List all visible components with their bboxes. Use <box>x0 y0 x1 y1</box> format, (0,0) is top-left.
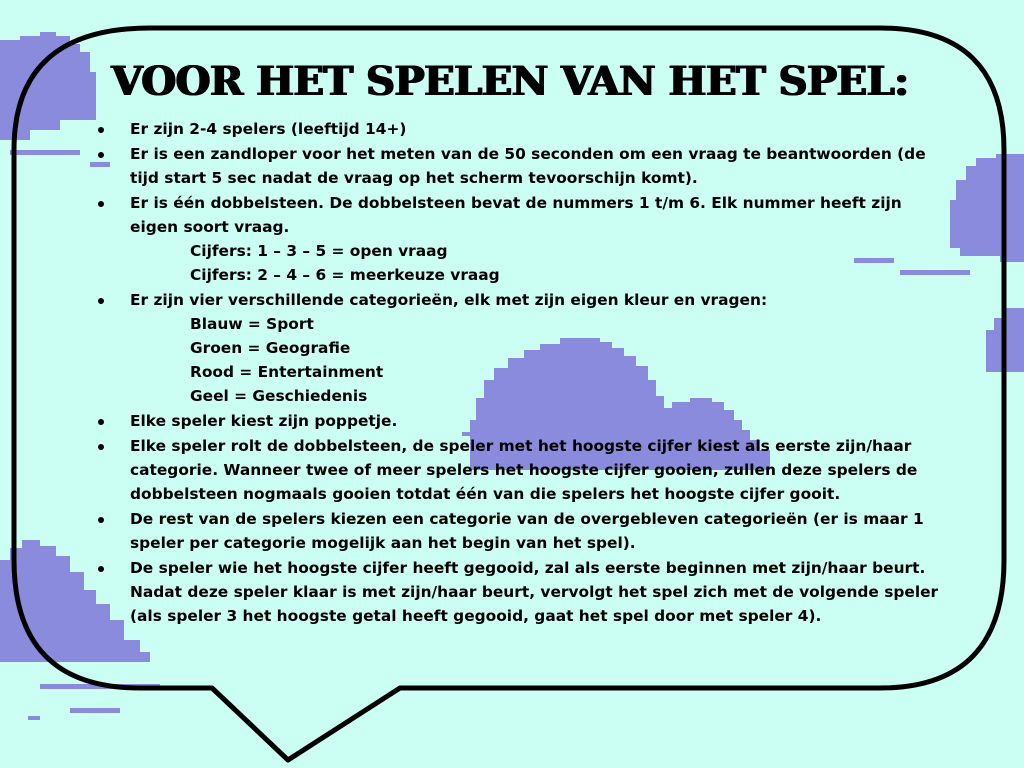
rule-subitem: Blauw = Sport <box>190 315 314 333</box>
rule-item: Er zijn vier verschillende categorieën, … <box>94 288 954 408</box>
rule-item: De rest van de spelers kiezen een catego… <box>94 507 954 555</box>
cloud-stripe <box>10 150 80 155</box>
rule-text: De speler wie het hoogste cijfer heeft g… <box>130 559 939 625</box>
bullet-icon <box>98 566 104 572</box>
rule-subitem: Geel = Geschiedenis <box>190 387 368 405</box>
page-title: VOOR HET SPELEN VAN HET SPEL: <box>111 58 909 105</box>
bullet-icon <box>98 419 104 425</box>
rule-text: Elke speler kiest zijn poppetje. <box>130 412 398 430</box>
rule-item: Er is één dobbelsteen. De dobbelsteen be… <box>94 191 954 287</box>
rule-item: Elke speler kiest zijn poppetje. <box>94 409 954 433</box>
bullet-icon <box>98 298 104 304</box>
rule-subitem: Cijfers: 2 – 4 – 6 = meerkeuze vraag <box>190 266 500 284</box>
rule-subitem: Rood = Entertainment <box>190 363 384 381</box>
rule-subitem: Cijfers: 1 – 3 – 5 = open vraag <box>190 242 448 260</box>
rule-subitem: Groen = Geografie <box>190 339 351 357</box>
rule-text: De rest van de spelers kiezen een catego… <box>130 510 924 552</box>
rules-list: Er zijn 2-4 spelers (leeftijd 14+) Er is … <box>94 117 954 629</box>
rule-text: Elke speler rolt de dobbelsteen, de spel… <box>130 437 918 503</box>
cloud-stripe <box>28 716 40 720</box>
bullet-icon <box>98 517 104 523</box>
rule-item: De speler wie het hoogste cijfer heeft g… <box>94 556 954 628</box>
bullet-icon <box>98 201 104 207</box>
rule-text: Er is één dobbelsteen. De dobbelsteen be… <box>130 194 902 236</box>
rule-item: Er zijn 2-4 spelers (leeftijd 14+) <box>94 117 954 141</box>
cloud-stripe <box>70 708 120 713</box>
bullet-icon <box>98 152 104 158</box>
bullet-icon <box>98 127 104 133</box>
bullet-icon <box>98 444 104 450</box>
rule-text: Er is een zandloper voor het meten van d… <box>130 145 926 187</box>
rule-text: Er zijn 2-4 spelers (leeftijd 14+) <box>130 120 407 138</box>
rule-item: Elke speler rolt de dobbelsteen, de spel… <box>94 434 954 506</box>
rule-text: Er zijn vier verschillende categorieën, … <box>130 291 768 309</box>
rule-item: Er is een zandloper voor het meten van d… <box>94 142 954 190</box>
